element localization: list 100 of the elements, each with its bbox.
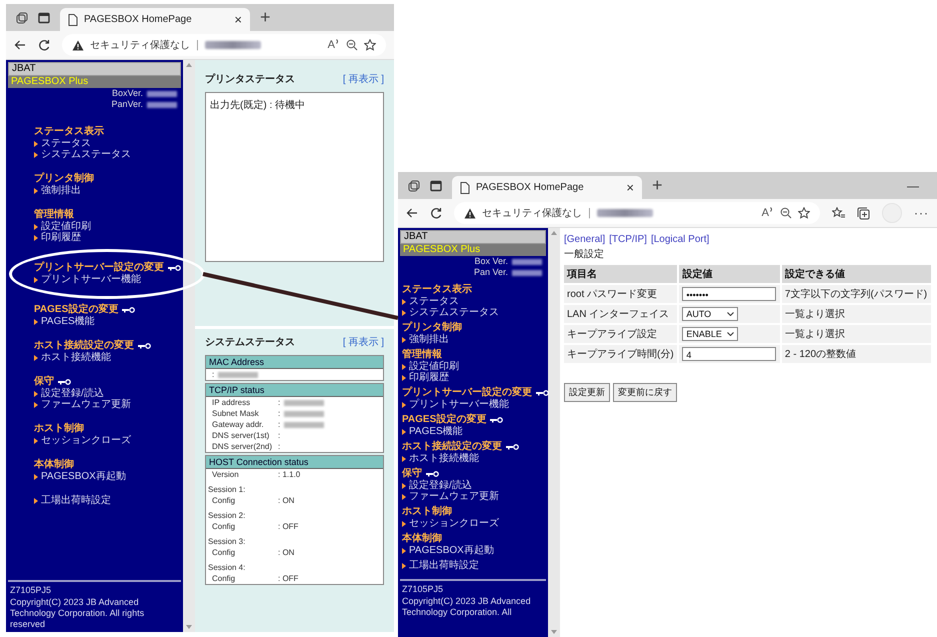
sidebar-link[interactable]: ステータス (34, 138, 91, 149)
warning-icon (72, 40, 84, 50)
close-tab-button[interactable]: × (626, 180, 634, 195)
section-title: PAGES設定の変更 (34, 304, 118, 316)
blurred-text (512, 258, 542, 264)
status-label: Config (212, 495, 236, 506)
section-title: ステータス表示 (34, 126, 104, 138)
input-field[interactable]: ••••••• (682, 287, 776, 301)
sidebar-link[interactable]: システムステータス (402, 307, 499, 318)
section-title: ステータス表示 (402, 284, 472, 296)
bullet-icon (402, 548, 406, 554)
sidebar-link[interactable]: システムステータス (34, 149, 131, 160)
new-tab-button[interactable]: + (260, 7, 271, 28)
scroll-down-icon (551, 630, 557, 634)
table-cell: 2 - 120の整数値 (782, 345, 931, 363)
address-field[interactable]: セキュリティ保護なし | A (62, 34, 386, 56)
read-aloud-button[interactable]: A (762, 207, 774, 219)
sidebar-link[interactable]: ホスト接続機能 (402, 453, 479, 464)
status-label: Config (212, 521, 236, 532)
more-button[interactable]: ··· (914, 206, 929, 220)
sidebar-link[interactable]: 設定値印刷 (402, 361, 459, 372)
minimize-button[interactable]: — (907, 178, 919, 192)
bullet-icon (402, 402, 406, 408)
table-cell: 一覧より選択 (782, 325, 931, 343)
scrollbar[interactable] (548, 228, 560, 637)
address-field[interactable]: セキュリティ保護なし | A (454, 202, 820, 224)
sidebar-link[interactable]: PAGESBOX再起動 (34, 471, 126, 482)
tab-link[interactable]: [TCP/IP] (609, 234, 647, 245)
status-label: Session 1: (208, 484, 246, 495)
sidebar-link[interactable]: 設定登録/読込 (402, 480, 472, 491)
browser-tab[interactable]: PAGESBOX HomePage × (452, 176, 642, 199)
dropdown[interactable]: AUTO (682, 307, 738, 321)
sidebar-link[interactable]: 設定値印刷 (34, 221, 91, 232)
section-title: プリンタ制御 (402, 322, 462, 334)
tab-link[interactable]: [Logical Port] (650, 234, 710, 245)
section-title: ホスト接続設定の変更 (402, 441, 502, 452)
sidebar-link[interactable]: セッションクローズ (402, 518, 499, 529)
section-title: プリンタ制御 (34, 173, 94, 184)
reload-button[interactable] (38, 39, 50, 51)
separator-text: | (196, 39, 199, 51)
form-button[interactable]: 変更前に戻す (613, 383, 677, 402)
table-cell: 一覧より選択 (782, 305, 931, 323)
sidebar-link[interactable]: 印刷履歴 (34, 232, 81, 243)
star-icon (798, 207, 810, 219)
read-aloud-button[interactable]: A (328, 39, 340, 51)
sidebar-link[interactable]: 強制排出 (402, 334, 449, 345)
panel-title: プリンタステータス (205, 72, 295, 86)
browser-tab[interactable]: PAGESBOX HomePage × (60, 8, 250, 31)
sidebar-link[interactable]: セッションクローズ (34, 435, 131, 446)
refresh-link[interactable]: [ 再表示 ] (342, 335, 384, 349)
collections-icon (857, 206, 870, 220)
sidebar-link[interactable]: プリントサーバー機能 (402, 399, 509, 410)
new-tab-button[interactable]: + (652, 175, 663, 196)
table-cell: 7文字以下の文字列(パスワード) (782, 285, 931, 303)
dropdown[interactable]: ENABLE (682, 327, 738, 341)
column-header: 項目名 (564, 265, 678, 283)
sidebar-link[interactable]: ステータス (402, 296, 459, 307)
sidebar-link[interactable]: PAGESBOX再起動 (402, 545, 494, 556)
scrollbar[interactable] (183, 60, 195, 632)
reload-icon (430, 207, 442, 219)
close-tab-button[interactable]: × (234, 12, 242, 27)
status-label: Subnet Mask (212, 408, 260, 419)
copyright-text: Copyright(C) 2023 JB Advanced Technology Corporation. All (402, 596, 532, 618)
zoom-out-icon (346, 39, 358, 51)
status-value: : (212, 369, 214, 380)
back-button[interactable] (406, 207, 418, 219)
sidebar-link[interactable]: プリントサーバー機能 (34, 274, 141, 285)
vendor-label: JBAT (400, 230, 546, 244)
sidebar-link[interactable]: ファームウェア更新 (402, 491, 499, 502)
tab-link[interactable]: [General] (564, 234, 606, 245)
vendor-label: JBAT (8, 62, 181, 76)
panel-title: システムステータス (205, 336, 295, 349)
sidebar-link[interactable]: 工場出荷時設定 (34, 495, 111, 506)
blurred-text (284, 422, 324, 428)
reload-button[interactable] (430, 207, 442, 219)
status-value: : OFF (278, 573, 298, 584)
sidebar-link[interactable]: 強制排出 (34, 185, 81, 196)
sidebar-link[interactable]: 印刷履歴 (402, 372, 449, 383)
bullet-icon (402, 336, 406, 342)
bullet-icon (402, 298, 406, 304)
bullet-icon (34, 354, 38, 360)
star-icon (364, 39, 376, 51)
input-field[interactable]: 4 (682, 347, 776, 361)
product-label: PAGESBOX Plus (400, 244, 546, 256)
zoom-out-icon (780, 207, 792, 219)
sidebar-link[interactable]: ホスト接続機能 (34, 352, 111, 363)
sidebar-link[interactable]: ファームウェア更新 (34, 399, 131, 410)
sidebar-link[interactable]: PAGES機能 (402, 426, 463, 437)
blurred-text (512, 270, 542, 276)
version-label: PanVer. (111, 99, 143, 110)
sidebar-link[interactable]: 設定登録/読込 (34, 388, 104, 399)
sidebar-link[interactable]: PAGES機能 (34, 316, 95, 327)
blurred-address (204, 41, 261, 49)
refresh-link[interactable]: [ 再表示 ] (342, 72, 384, 86)
form-button[interactable]: 設定更新 (564, 383, 610, 402)
back-button[interactable] (14, 39, 26, 51)
sidebar-link[interactable]: 工場出荷時設定 (402, 560, 479, 571)
status-label: DNS server(2nd) (212, 441, 274, 452)
status-value: : (278, 408, 280, 419)
table-cell: LAN インターフェイス (564, 305, 678, 323)
